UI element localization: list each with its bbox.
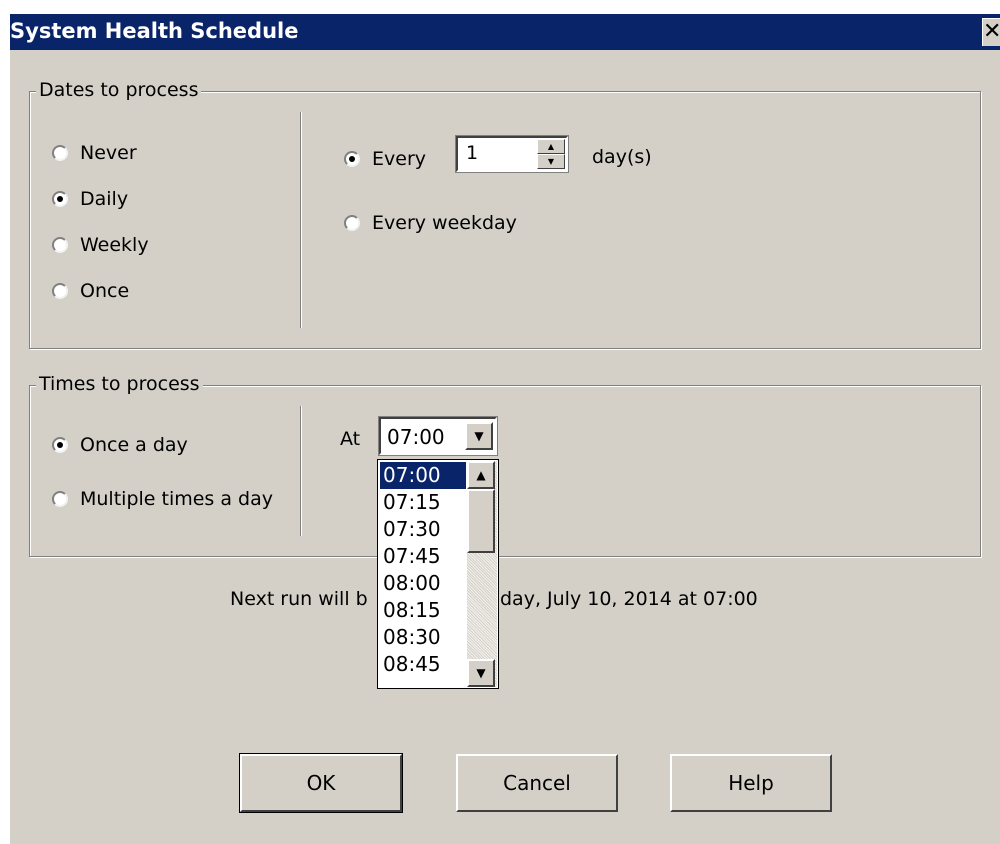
dates-to-process-label: Dates to process [36,79,202,101]
time-option-0845[interactable]: 08:45 [380,651,466,678]
spin-up-icon: ▲ [547,142,555,151]
radio-never[interactable]: Never [52,140,137,166]
radio-weekday-indicator[interactable] [344,215,360,231]
radio-multiple-times-indicator[interactable] [52,491,68,507]
spin-down-button[interactable]: ▼ [537,154,565,169]
time-list-scrollbar[interactable]: ▲ ▼ [467,461,497,687]
time-option-0700[interactable]: 07:00 [380,462,466,489]
chevron-down-icon: ▼ [474,429,484,443]
next-run-text-left: Next run will b [230,588,368,610]
time-dropdown-list[interactable]: 07:00 07:15 07:30 07:45 08:00 08:15 08:3… [377,459,499,689]
close-icon: ✕ [983,19,1000,44]
times-to-process-label: Times to process [36,373,203,395]
radio-multiple-times[interactable]: Multiple times a day [52,486,273,512]
spinner-buttons: ▲ ▼ [537,139,565,169]
radio-weekly-indicator[interactable] [52,237,68,253]
radio-once[interactable]: Once [52,278,129,304]
times-to-process-group: Times to process [29,373,981,557]
radio-weekly[interactable]: Weekly [52,232,149,258]
radio-daily-label: Daily [80,188,129,210]
scroll-down-icon: ▼ [476,666,486,680]
radio-daily[interactable]: Daily [52,186,128,212]
radio-never-label: Never [80,142,137,164]
dates-separator [300,112,302,328]
time-option-0815[interactable]: 08:15 [380,597,466,624]
time-select-value: 07:00 [387,425,445,449]
window-title: System Health Schedule [10,19,299,43]
scroll-up-icon: ▲ [476,468,486,482]
time-select-dropdown-button[interactable]: ▼ [465,422,493,450]
time-option-0830[interactable]: 08:30 [380,624,466,651]
scroll-down-button[interactable]: ▼ [467,659,495,687]
ok-button[interactable]: OK [239,753,403,813]
radio-never-indicator[interactable] [52,145,68,161]
radio-weekly-label: Weekly [80,234,149,256]
time-option-0715[interactable]: 07:15 [380,489,466,516]
times-separator [300,406,302,536]
radio-daily-indicator[interactable] [52,191,68,207]
cancel-button[interactable]: Cancel [456,754,618,812]
radio-every-indicator[interactable] [344,151,360,167]
time-option-0800[interactable]: 08:00 [380,570,466,597]
at-label: At [340,428,361,450]
radio-once-a-day-label: Once a day [80,434,188,456]
next-run-text-right: day, July 10, 2014 at 07:00 [500,588,758,610]
spin-down-icon: ▼ [547,157,555,166]
scroll-thumb[interactable] [467,489,495,553]
radio-once-a-day-indicator[interactable] [52,437,68,453]
time-option-0730[interactable]: 07:30 [380,516,466,543]
radio-every-n-days[interactable]: Every [344,146,426,172]
system-health-schedule-dialog: System Health Schedule ✕ Dates to proces… [10,14,1000,844]
close-button[interactable]: ✕ [982,18,1000,46]
spin-up-button[interactable]: ▲ [537,139,565,154]
radio-weekday-label: Every weekday [372,212,517,234]
days-interval-value[interactable]: 1 [466,142,478,164]
radio-once-a-day[interactable]: Once a day [52,432,188,458]
scroll-up-button[interactable]: ▲ [467,461,495,489]
radio-once-label: Once [80,280,130,302]
day-unit-label: day(s) [592,146,652,168]
time-option-0745[interactable]: 07:45 [380,543,466,570]
radio-once-indicator[interactable] [52,283,68,299]
radio-every-weekday[interactable]: Every weekday [344,210,517,236]
radio-multiple-times-label: Multiple times a day [80,488,274,510]
time-select[interactable]: 07:00 ▼ [378,416,498,456]
time-options: 07:00 07:15 07:30 07:45 08:00 08:15 08:3… [380,462,466,678]
title-bar: System Health Schedule ✕ [10,14,1000,50]
help-button[interactable]: Help [670,754,832,812]
days-interval-spinner[interactable]: 1 ▲ ▼ [455,135,569,173]
radio-every-label: Every [372,148,426,170]
